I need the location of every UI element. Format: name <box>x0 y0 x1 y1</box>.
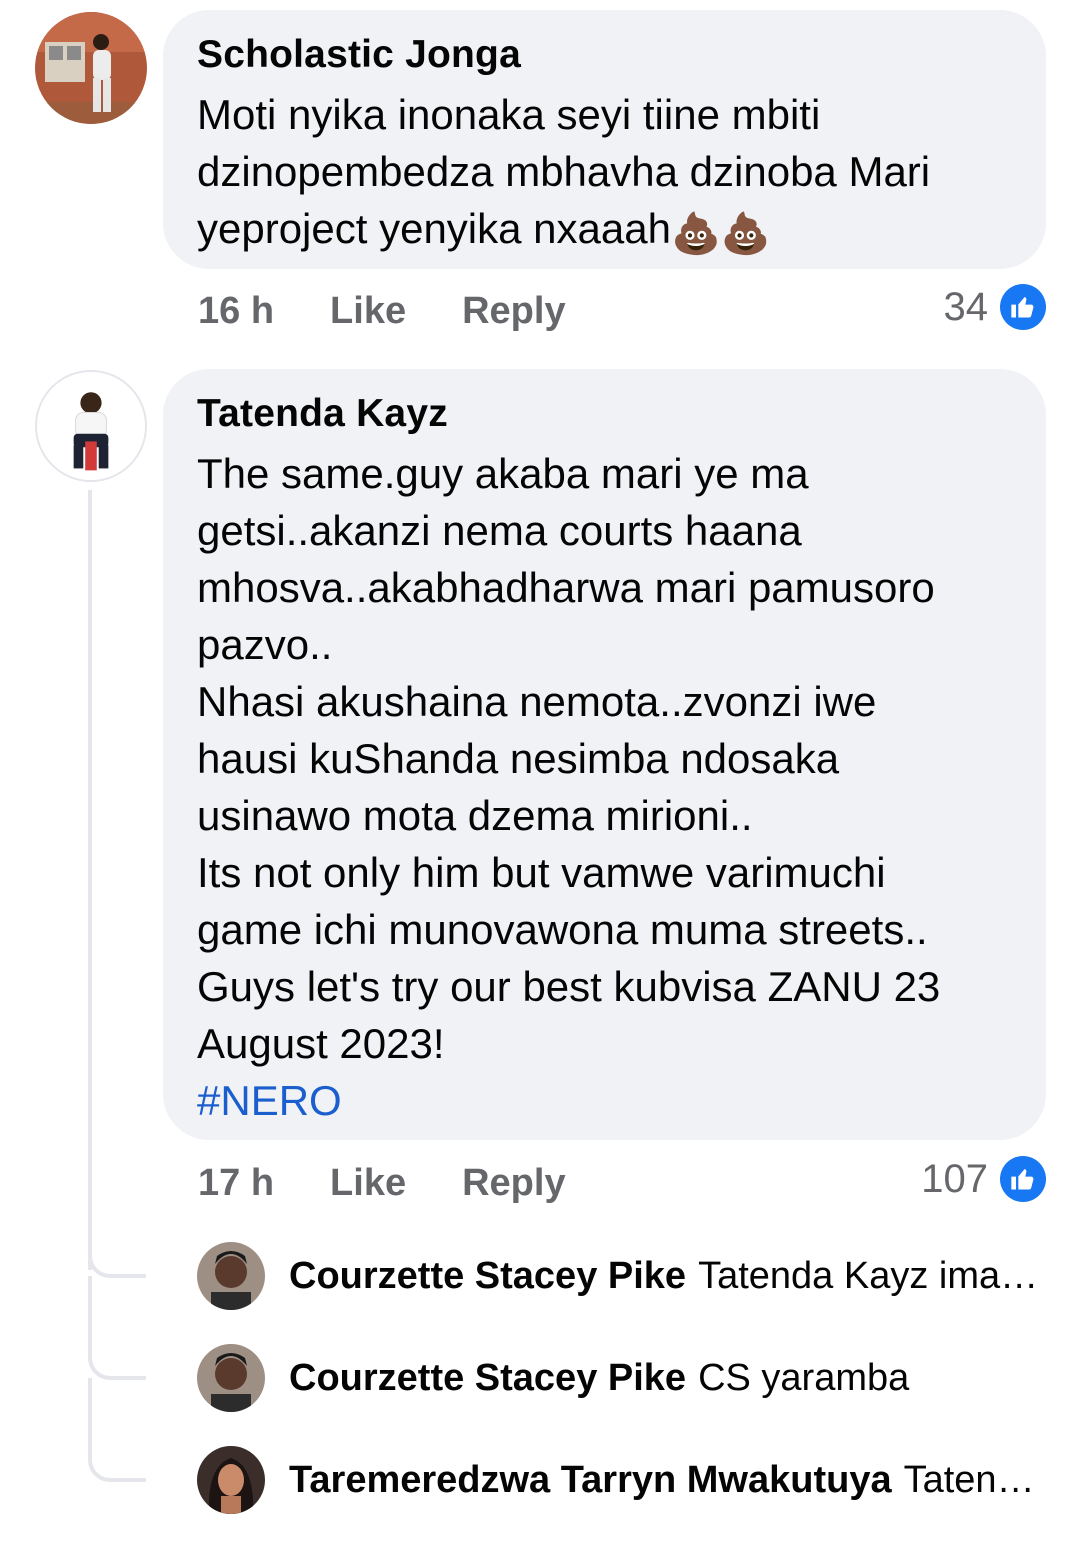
reaction-count: 107 <box>921 1156 988 1201</box>
reaction-count: 34 <box>943 284 989 329</box>
reply-button[interactable]: Reply <box>462 290 565 333</box>
thread-branch <box>88 1356 146 1380</box>
like-icon <box>1000 1156 1046 1202</box>
reply-text: Courzette Stacey Pike CS yaramba <box>289 1357 1040 1400</box>
profile-photo <box>197 1344 265 1412</box>
hashtag-link[interactable]: #NERO <box>197 1072 1012 1129</box>
profile-photo <box>35 12 147 124</box>
comment-timestamp[interactable]: 17 h <box>198 1162 274 1205</box>
like-icon <box>1000 284 1046 330</box>
avatar-taremeredzwa-tarryn-mwakutuya[interactable] <box>197 1446 265 1514</box>
profile-photo <box>197 1446 265 1514</box>
reply-snippet: Tatenda Kayz imagi... <box>698 1254 1040 1297</box>
comment-author[interactable]: Scholastic Jonga <box>197 32 1012 78</box>
reply-preview[interactable]: Courzette Stacey Pike Tatenda Kayz imagi.… <box>197 1242 1040 1310</box>
comment-actions: 16 h Like Reply <box>198 286 622 336</box>
like-button[interactable]: Like <box>330 290 406 333</box>
comment-timestamp[interactable]: 16 h <box>198 290 274 333</box>
avatar-courzette-stacey-pike[interactable] <box>197 1242 265 1310</box>
reply-author[interactable]: Taremeredzwa Tarryn Mwakutuya <box>289 1459 892 1501</box>
comment-body: Moti nyika inonaka seyi tiine mbiti dzin… <box>197 91 931 252</box>
like-button[interactable]: Like <box>330 1162 406 1205</box>
comment-author[interactable]: Tatenda Kayz <box>197 391 1012 437</box>
thread-line <box>88 1276 92 1356</box>
comment-bubble: Scholastic Jonga Moti nyika inonaka seyi… <box>163 10 1046 269</box>
reply-text: Taremeredzwa Tarryn Mwakutuya Tatend... <box>289 1459 1040 1502</box>
avatar-courzette-stacey-pike[interactable] <box>197 1344 265 1412</box>
avatar-tatenda-kayz[interactable] <box>35 370 147 482</box>
reaction-summary[interactable]: 34 <box>943 282 1046 332</box>
thread-branch <box>88 1458 146 1482</box>
avatar-scholastic-jonga[interactable] <box>35 12 147 124</box>
reply-preview[interactable]: Courzette Stacey Pike CS yaramba <box>197 1344 1040 1412</box>
thread-branch <box>88 1254 146 1278</box>
reply-author[interactable]: Courzette Stacey Pike <box>289 1357 686 1399</box>
comment-actions: 17 h Like Reply <box>198 1158 622 1208</box>
reply-author[interactable]: Courzette Stacey Pike <box>289 1255 686 1297</box>
thread-line <box>88 1378 92 1458</box>
comments-page: Scholastic Jonga Moti nyika inonaka seyi… <box>0 0 1080 1545</box>
thread-line <box>88 490 92 1270</box>
profile-photo <box>37 372 145 480</box>
reply-button[interactable]: Reply <box>462 1162 565 1205</box>
reply-snippet: Tatend... <box>903 1458 1040 1501</box>
reply-preview[interactable]: Taremeredzwa Tarryn Mwakutuya Tatend... <box>197 1446 1040 1514</box>
reply-text: Courzette Stacey Pike Tatenda Kayz imagi.… <box>289 1255 1040 1298</box>
reaction-summary[interactable]: 107 <box>921 1154 1046 1204</box>
poop-emoji-icon: 💩💩 <box>670 212 771 256</box>
comment-text: Moti nyika inonaka seyi tiine mbiti dzin… <box>197 86 1012 263</box>
reply-snippet: CS yaramba <box>698 1356 910 1399</box>
comment-body: The same.guy akaba mari ye ma getsi..aka… <box>197 450 941 1067</box>
profile-photo <box>197 1242 265 1310</box>
comment-bubble: Tatenda Kayz The same.guy akaba mari ye … <box>163 369 1046 1140</box>
